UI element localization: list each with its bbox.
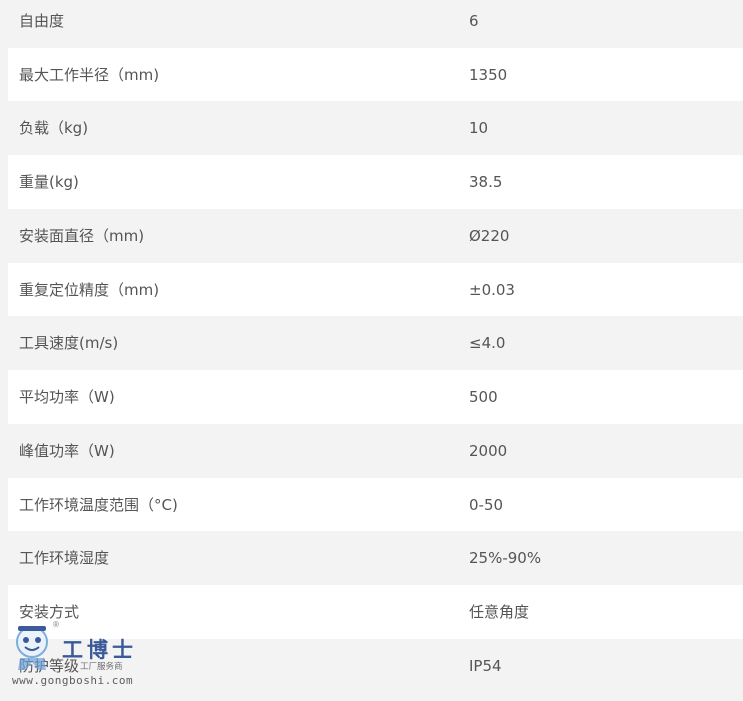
spec-label: 安装面直径（mm) — [19, 227, 145, 246]
spec-row: 自由度 6 — [8, 0, 743, 48]
spec-row: 重复定位精度（mm) ±0.03 — [8, 263, 743, 317]
spec-row: 负载（kg) 10 — [8, 101, 743, 155]
spec-row: 平均功率（W) 500 — [8, 370, 743, 424]
watermark-logo: ® 工博士 工厂服务商 www.gongboshi.com — [8, 620, 148, 692]
spec-value: ≤4.0 — [469, 333, 506, 352]
spec-row: 重量(kg) 38.5 — [8, 155, 743, 209]
spec-row: 工作环境湿度 25%-90% — [8, 531, 743, 585]
spec-value: ±0.03 — [469, 280, 515, 299]
spec-value: 6 — [469, 11, 479, 30]
spec-label: 最大工作半径（mm) — [19, 66, 160, 85]
robot-mascot-icon — [16, 626, 48, 670]
spec-value: 2000 — [469, 441, 508, 460]
spec-label: 工作环境湿度 — [19, 549, 110, 568]
spec-value: IP54 — [469, 656, 502, 675]
spec-row: 工具速度(m/s) ≤4.0 — [8, 316, 743, 370]
watermark-subtitle: 工厂服务商 — [80, 662, 123, 672]
spec-value: 0-50 — [469, 495, 504, 514]
spec-label: 重复定位精度（mm) — [19, 281, 160, 300]
spec-label: 重量(kg) — [19, 173, 79, 192]
spec-value: 10 — [469, 118, 489, 137]
spec-label: 平均功率（W) — [19, 388, 115, 407]
spec-table: 自由度 6 最大工作半径（mm) 1350 负载（kg) 10 重量(kg) 3… — [0, 0, 743, 701]
spec-value: 1350 — [469, 65, 508, 84]
spec-label: 工作环境温度范围（°C) — [19, 496, 178, 515]
spec-value: 任意角度 — [469, 603, 530, 622]
spec-value: Ø220 — [469, 226, 510, 245]
registered-mark: ® — [52, 620, 60, 629]
spec-row: 最大工作半径（mm) 1350 — [8, 48, 743, 102]
spec-row: 工作环境温度范围（°C) 0-50 — [8, 478, 743, 532]
spec-value: 500 — [469, 387, 498, 406]
watermark-url: www.gongboshi.com — [12, 674, 134, 687]
spec-value: 38.5 — [469, 172, 503, 191]
spec-label: 峰值功率（W) — [19, 442, 115, 461]
spec-label: 工具速度(m/s) — [19, 334, 119, 353]
spec-label: 负载（kg) — [19, 119, 89, 138]
spec-label: 自由度 — [19, 12, 65, 31]
spec-row: 峰值功率（W) 2000 — [8, 424, 743, 478]
spec-row: 安装面直径（mm) Ø220 — [8, 209, 743, 263]
spec-value: 25%-90% — [469, 548, 542, 567]
